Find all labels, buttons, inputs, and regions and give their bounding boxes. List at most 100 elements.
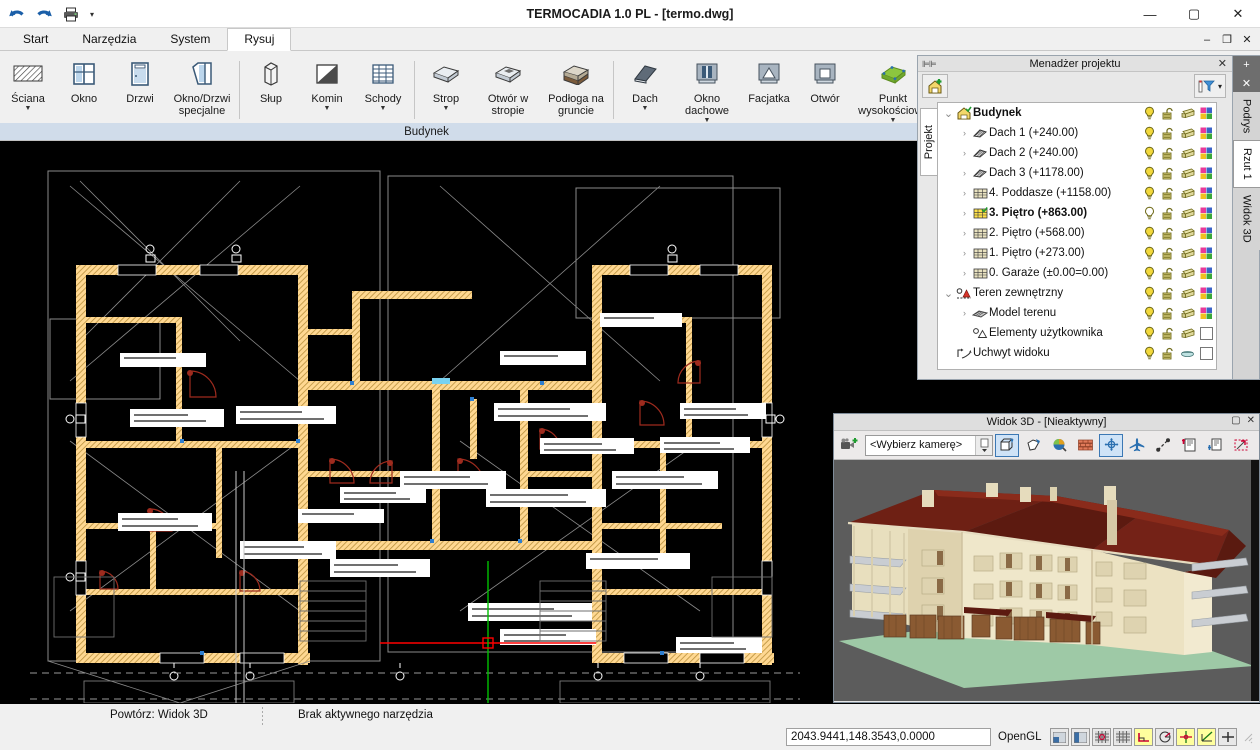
- color-swatch[interactable]: [1199, 326, 1214, 341]
- view-3d-restore-icon[interactable]: ▢: [1231, 415, 1240, 426]
- color-icon[interactable]: [1199, 246, 1214, 261]
- bulb-icon[interactable]: [1142, 346, 1157, 361]
- color-swatch[interactable]: [1199, 346, 1214, 361]
- dropdown-caret-icon[interactable]: ▼: [642, 105, 649, 113]
- expand-icon[interactable]: ›: [958, 128, 971, 138]
- materials-icon[interactable]: [1073, 434, 1097, 457]
- lock-icon[interactable]: [1161, 206, 1176, 221]
- grid-icon[interactable]: [1113, 728, 1133, 746]
- ribbon-tab-start[interactable]: Start: [6, 28, 65, 51]
- tree-row[interactable]: Uchwyt widoku: [938, 343, 1216, 363]
- view-3d-close-icon[interactable]: ✕: [1247, 415, 1255, 426]
- doc-minimize-button[interactable]: –: [1198, 31, 1216, 48]
- polar-icon[interactable]: [1155, 728, 1175, 746]
- new-building-icon[interactable]: [922, 74, 948, 98]
- color-icon[interactable]: [1199, 286, 1214, 301]
- dock-add-button[interactable]: +: [1233, 56, 1260, 74]
- color-icon[interactable]: [1199, 306, 1214, 321]
- print-icon[interactable]: [1180, 146, 1195, 161]
- color-icon[interactable]: [1199, 226, 1214, 241]
- tab-projekt[interactable]: Projekt: [920, 108, 937, 176]
- lock-icon[interactable]: [1161, 126, 1176, 141]
- tree-row[interactable]: › 2. Piętro (+568.00): [938, 223, 1216, 243]
- tree-row[interactable]: ⌄ Teren zewnętrzny: [938, 283, 1216, 303]
- tree-row[interactable]: ⌄ Budynek: [938, 103, 1216, 123]
- expand-icon[interactable]: ›: [958, 188, 971, 198]
- lock-icon[interactable]: [1161, 326, 1176, 341]
- ribbon-tab-system[interactable]: System: [153, 28, 227, 51]
- close-icon[interactable]: ✕: [1218, 57, 1227, 70]
- tree-row[interactable]: › 4. Poddasze (+1158.00): [938, 183, 1216, 203]
- osnap-icon[interactable]: [1176, 728, 1196, 746]
- expand-icon[interactable]: ›: [958, 228, 971, 238]
- lock-icon[interactable]: [1161, 306, 1176, 321]
- ribbon-button-ściana[interactable]: Ściana ▼: [0, 55, 56, 113]
- expand-icon[interactable]: ›: [958, 148, 971, 158]
- camera-select-dropdown-icon[interactable]: [975, 435, 992, 455]
- print-icon[interactable]: [1180, 306, 1195, 321]
- color-icon[interactable]: [1199, 126, 1214, 141]
- orbit-icon[interactable]: [1099, 433, 1123, 457]
- ribbon-button-otwór[interactable]: Otwór: [797, 55, 853, 105]
- color-icon[interactable]: [1199, 266, 1214, 281]
- lock-icon[interactable]: [1161, 226, 1176, 241]
- collapse-icon[interactable]: ⌄: [942, 107, 955, 120]
- bulb-icon[interactable]: [1142, 186, 1157, 201]
- perspective-view-icon[interactable]: [1021, 434, 1045, 457]
- lock-icon[interactable]: [1161, 106, 1176, 121]
- print-icon[interactable]: [1180, 286, 1195, 301]
- lock-icon[interactable]: [1161, 146, 1176, 161]
- coordinate-readout[interactable]: 2043.9441,148.3543,0.0000: [786, 728, 991, 746]
- doc-close-button[interactable]: ✕: [1238, 31, 1256, 48]
- bulb-icon[interactable]: [1142, 226, 1157, 241]
- print-icon[interactable]: [1180, 166, 1195, 181]
- viewport-split-icon[interactable]: [1050, 728, 1070, 746]
- print-icon[interactable]: [60, 3, 82, 25]
- ribbon-tab-narz-dzia[interactable]: Narzędzia: [65, 28, 153, 51]
- ribbon-button-podłoga-na-gruncie[interactable]: Podłoga na gruncie: [542, 55, 610, 117]
- doc-restore-button[interactable]: ❐: [1218, 31, 1236, 48]
- expand-icon[interactable]: ›: [958, 268, 971, 278]
- tree-row[interactable]: › 1. Piętro (+273.00): [938, 243, 1216, 263]
- view-3d-canvas[interactable]: [834, 460, 1259, 701]
- ribbon-button-drzwi[interactable]: Drzwi: [112, 55, 168, 105]
- path-icon[interactable]: [1151, 434, 1175, 457]
- redo-icon[interactable]: [33, 3, 55, 25]
- snap-grid-icon[interactable]: [1092, 728, 1112, 746]
- view-3d-scrollbar[interactable]: [1251, 460, 1259, 701]
- expand-icon[interactable]: ›: [958, 308, 971, 318]
- drawing-canvas[interactable]: [0, 141, 828, 703]
- bulb-icon[interactable]: [1142, 266, 1157, 281]
- box-view-icon[interactable]: [995, 433, 1019, 457]
- bulb-icon[interactable]: [1142, 106, 1157, 121]
- ribbon-button-okno-dachowe[interactable]: Okno dachowe ▼: [673, 55, 741, 125]
- color-icon[interactable]: [1199, 146, 1214, 161]
- collapse-icon[interactable]: ⌄: [942, 287, 955, 300]
- lock-icon[interactable]: [1161, 266, 1176, 281]
- render-color-icon[interactable]: [1047, 434, 1071, 457]
- print-icon[interactable]: [1180, 226, 1195, 241]
- camera-select[interactable]: <Wybierz kamerę>: [865, 434, 993, 456]
- tree-row[interactable]: › 0. Garaże (±0.00=0.00): [938, 263, 1216, 283]
- print-icon[interactable]: [1180, 266, 1195, 281]
- color-icon[interactable]: [1199, 106, 1214, 121]
- bulb-icon[interactable]: [1142, 146, 1157, 161]
- fly-icon[interactable]: [1125, 434, 1149, 457]
- tree-row[interactable]: › Model terenu: [938, 303, 1216, 323]
- lock-icon[interactable]: [1161, 186, 1176, 201]
- color-icon[interactable]: [1199, 186, 1214, 201]
- tree-row[interactable]: › 3. Piętro (+863.00): [938, 203, 1216, 223]
- bulb-icon[interactable]: [1142, 306, 1157, 321]
- bulb-icon[interactable]: [1142, 246, 1157, 261]
- tree-row[interactable]: Elementy użytkownika: [938, 323, 1216, 343]
- save-view-icon[interactable]: [1177, 434, 1201, 457]
- ribbon-button-słup[interactable]: Słup: [243, 55, 299, 105]
- undo-icon[interactable]: [6, 3, 28, 25]
- print-icon[interactable]: [1180, 246, 1195, 261]
- bulb-icon[interactable]: [1142, 166, 1157, 181]
- bulb-icon[interactable]: [1142, 326, 1157, 341]
- ribbon-button-okno[interactable]: Okno: [56, 55, 112, 105]
- print-icon[interactable]: [1180, 126, 1195, 141]
- color-icon[interactable]: [1199, 166, 1214, 181]
- expand-icon[interactable]: ›: [958, 168, 971, 178]
